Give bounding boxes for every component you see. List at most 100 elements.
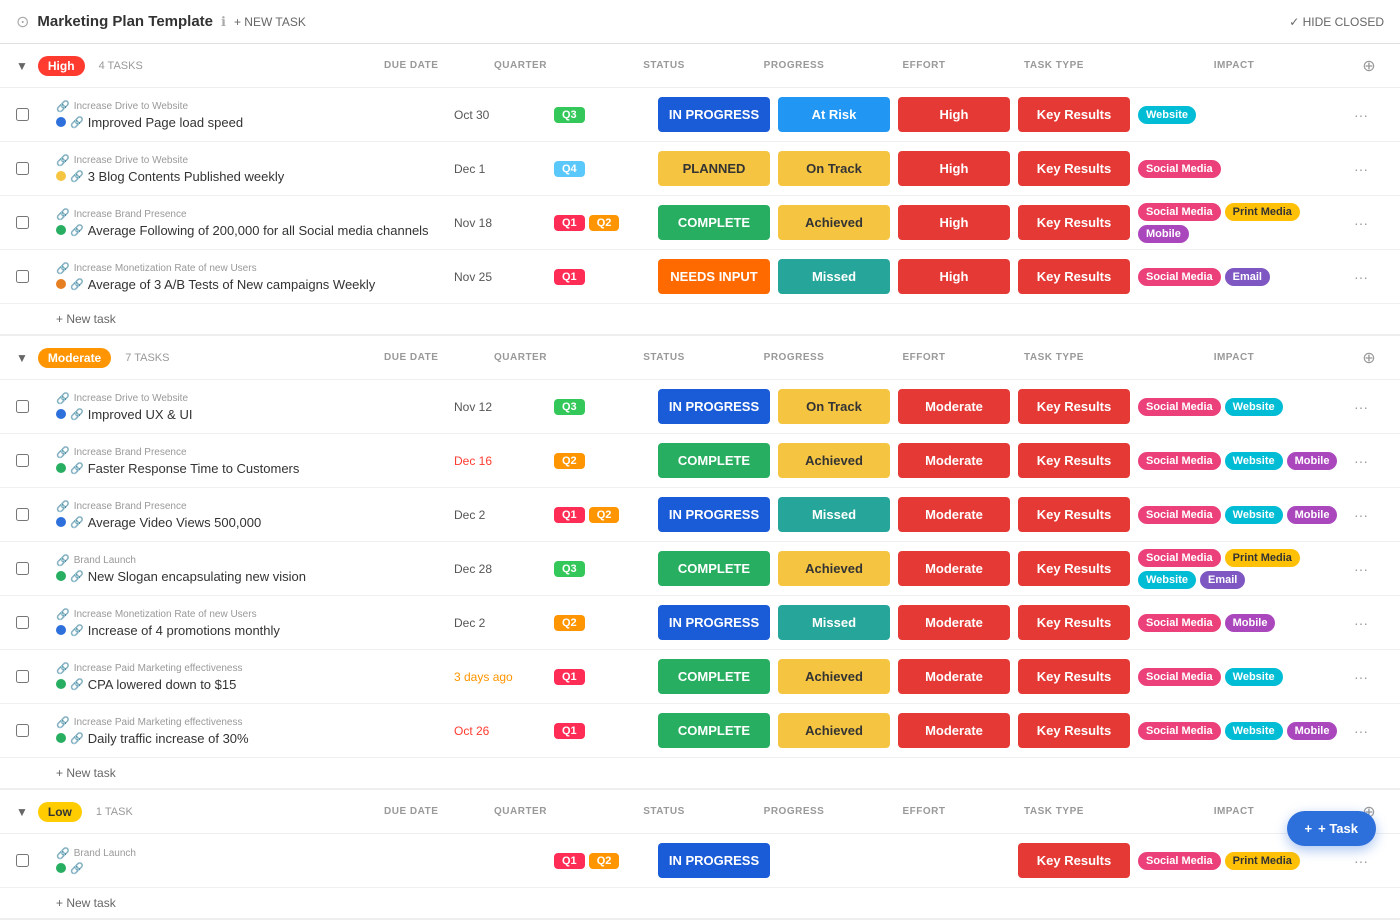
progress-badge: On Track <box>778 389 890 424</box>
task-name[interactable]: 🔗 Increase of 4 promotions monthly <box>56 623 454 638</box>
add-task-row-low[interactable]: + New task <box>0 888 1400 918</box>
quarter-tag[interactable]: Q1 <box>554 507 585 523</box>
more-button[interactable]: ··· <box>1354 161 1368 177</box>
more-button[interactable]: ··· <box>1354 853 1368 869</box>
task-checkbox[interactable] <box>16 270 29 283</box>
table-row: 🔗 Brand Launch 🔗 Q1Q2IN PROGRESSKey Resu… <box>0 834 1400 888</box>
table-row: 🔗 Increase Brand Presence 🔗 Average Foll… <box>0 196 1400 250</box>
quarter-tag[interactable]: Q4 <box>554 161 585 177</box>
status-cell: IN PROGRESS <box>654 389 774 424</box>
task-name[interactable]: 🔗 Average Video Views 500,000 <box>56 515 454 530</box>
add-task-fab[interactable]: + + Task <box>1287 811 1376 846</box>
quarter-tag[interactable]: Q2 <box>554 453 585 469</box>
more-button[interactable]: ··· <box>1354 669 1368 685</box>
impact-tag: Mobile <box>1225 614 1276 632</box>
task-name[interactable]: 🔗 Average of 3 A/B Tests of New campaign… <box>56 277 454 292</box>
group-toggle-moderate[interactable]: ▼ <box>16 351 28 365</box>
more-button[interactable]: ··· <box>1354 215 1368 231</box>
task-checkbox[interactable] <box>16 854 29 867</box>
quarter-tag[interactable]: Q3 <box>554 107 585 123</box>
effort-cell: High <box>894 205 1014 240</box>
quarter-tag[interactable]: Q2 <box>589 507 620 523</box>
task-name[interactable]: 🔗 Improved UX & UI <box>56 407 454 422</box>
fab-label: + Task <box>1318 821 1358 836</box>
quarter-tag[interactable]: Q2 <box>589 215 620 231</box>
col-header-impact: IMPACT <box>1124 352 1344 363</box>
task-name[interactable]: 🔗 New Slogan encapsulating new vision <box>56 569 454 584</box>
task-checkbox[interactable] <box>16 670 29 683</box>
group-toggle-high[interactable]: ▼ <box>16 59 28 73</box>
new-task-button[interactable]: + NEW TASK <box>234 15 306 29</box>
subtask-icon: 🔗 <box>56 716 70 729</box>
task-name[interactable]: 🔗 Faster Response Time to Customers <box>56 461 454 476</box>
task-info: 🔗 Brand Launch 🔗 New Slogan encapsulatin… <box>56 546 454 592</box>
more-button[interactable]: ··· <box>1354 615 1368 631</box>
more-button[interactable]: ··· <box>1354 453 1368 469</box>
task-dot <box>56 863 66 873</box>
progress-cell: Missed <box>774 497 894 532</box>
task-name[interactable]: 🔗 CPA lowered down to $15 <box>56 677 454 692</box>
quarter-tag[interactable]: Q2 <box>554 615 585 631</box>
group-header-moderate: ▼ Moderate 7 TASKS DUE DATE QUARTER STAT… <box>0 336 1400 380</box>
more-button[interactable]: ··· <box>1354 561 1368 577</box>
impact-cell: Social MediaWebsite <box>1134 662 1354 692</box>
more-button[interactable]: ··· <box>1354 399 1368 415</box>
more-button[interactable]: ··· <box>1354 107 1368 123</box>
effort-cell: High <box>894 151 1014 186</box>
more-button[interactable]: ··· <box>1354 507 1368 523</box>
quarter-tag[interactable]: Q3 <box>554 399 585 415</box>
task-name[interactable]: 🔗 Average Following of 200,000 for all S… <box>56 223 454 238</box>
status-badge: IN PROGRESS <box>658 97 770 132</box>
quarter-tag[interactable]: Q1 <box>554 215 585 231</box>
col-header-add[interactable]: ⊕ <box>1354 56 1384 76</box>
quarter-tag[interactable]: Q1 <box>554 269 585 285</box>
task-checkbox[interactable] <box>16 454 29 467</box>
add-task-row-high[interactable]: + New task <box>0 304 1400 334</box>
col-header-due: DUE DATE <box>384 352 484 363</box>
quarter-tag[interactable]: Q2 <box>589 853 620 869</box>
effort-badge: Moderate <box>898 605 1010 640</box>
task-name[interactable]: 🔗 Improved Page load speed <box>56 115 454 130</box>
quarter-tag[interactable]: Q1 <box>554 723 585 739</box>
subtask-icon: 🔗 <box>56 208 70 221</box>
task-type-badge: Key Results <box>1018 659 1130 694</box>
quarter-tag[interactable]: Q1 <box>554 853 585 869</box>
impact-cell: Social MediaPrint Media <box>1134 846 1354 876</box>
task-checkbox[interactable] <box>16 108 29 121</box>
task-checkbox[interactable] <box>16 216 29 229</box>
task-type-badge: Key Results <box>1018 389 1130 424</box>
hide-closed-button[interactable]: ✓ HIDE CLOSED <box>1289 15 1384 29</box>
task-checkbox[interactable] <box>16 724 29 737</box>
col-header-add[interactable]: ⊕ <box>1354 348 1384 368</box>
table-row: 🔗 Increase Brand Presence 🔗 Faster Respo… <box>0 434 1400 488</box>
progress-cell: Missed <box>774 605 894 640</box>
col-header-effort: EFFORT <box>864 60 984 71</box>
more-button[interactable]: ··· <box>1354 269 1368 285</box>
task-checkbox[interactable] <box>16 616 29 629</box>
group-section-high: ▼ High 4 TASKS DUE DATE QUARTER STATUS P… <box>0 44 1400 336</box>
task-name-icon: 🔗 <box>70 224 84 237</box>
status-cell: COMPLETE <box>654 551 774 586</box>
info-icon[interactable]: ℹ <box>221 14 226 30</box>
status-cell: COMPLETE <box>654 443 774 478</box>
task-name[interactable]: 🔗 Daily traffic increase of 30% <box>56 731 454 746</box>
task-checkbox[interactable] <box>16 562 29 575</box>
impact-tag: Email <box>1200 571 1245 589</box>
more-button[interactable]: ··· <box>1354 723 1368 739</box>
task-name[interactable]: 🔗 3 Blog Contents Published weekly <box>56 169 454 184</box>
task-name[interactable]: 🔗 <box>56 862 454 875</box>
subtask-icon: 🔗 <box>56 662 70 675</box>
task-checkbox[interactable] <box>16 162 29 175</box>
impact-cell: Social MediaWebsite <box>1134 392 1354 422</box>
task-checkbox[interactable] <box>16 400 29 413</box>
task-parent: 🔗 Increase Drive to Website <box>56 392 454 405</box>
quarter-tag[interactable]: Q3 <box>554 561 585 577</box>
group-toggle-low[interactable]: ▼ <box>16 805 28 819</box>
task-dot <box>56 279 66 289</box>
due-date: 3 days ago <box>454 670 554 684</box>
add-task-row-moderate[interactable]: + New task <box>0 758 1400 788</box>
status-badge: IN PROGRESS <box>658 843 770 878</box>
group-task-count-moderate: 7 TASKS <box>125 352 169 364</box>
quarter-tag[interactable]: Q1 <box>554 669 585 685</box>
task-checkbox[interactable] <box>16 508 29 521</box>
